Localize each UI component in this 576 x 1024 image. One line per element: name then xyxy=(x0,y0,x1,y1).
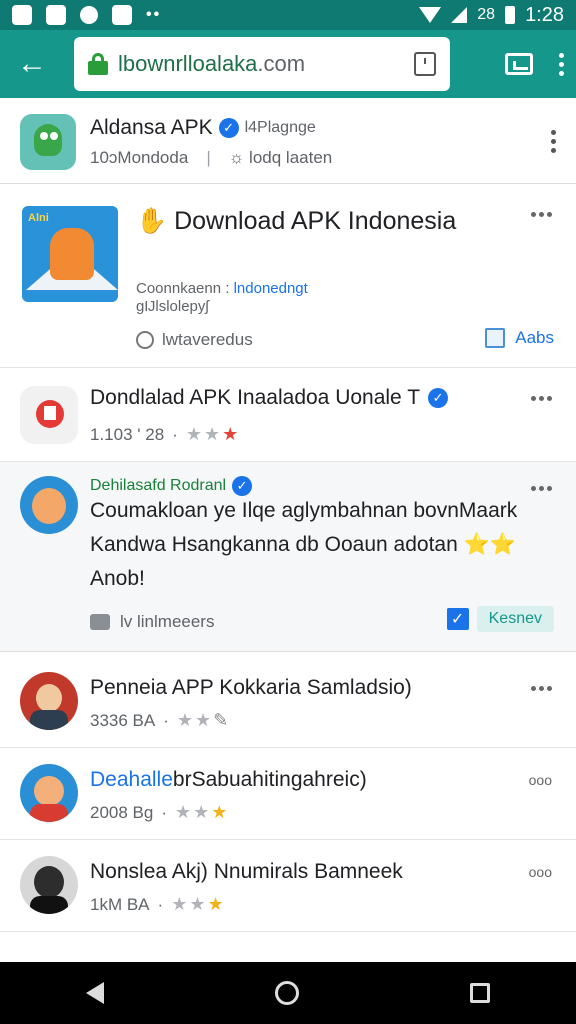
like-icon[interactable] xyxy=(90,614,110,630)
app-meta: 2008 Bg · ★★★ xyxy=(90,802,230,822)
featured-thumbnail[interactable]: Alni xyxy=(22,206,118,302)
list-item[interactable]: Dondlalad APK Inaaladoa Uonale T ✓ 1.103… xyxy=(0,370,576,462)
signal-icon xyxy=(451,7,468,23)
list-item[interactable]: Penneia APP Kokkaria Samladsio) 3336 BA ·… xyxy=(0,656,576,748)
app-menu-icon[interactable] xyxy=(531,396,552,401)
app-list: Penneia APP Kokkaria Samladsio) 3336 BA ·… xyxy=(0,656,576,932)
clock: 1:28 xyxy=(525,3,564,26)
download-notification-icon xyxy=(112,5,132,25)
lock-icon xyxy=(88,53,108,75)
shield-notification-icon xyxy=(80,6,98,24)
rating-stars: ★★★ xyxy=(175,802,230,822)
wifi-icon xyxy=(419,7,442,23)
overflow-menu-icon[interactable] xyxy=(559,51,564,78)
header-link[interactable]: ☼ lodq laaten xyxy=(229,148,333,168)
post-action[interactable]: ✓ Kesnev xyxy=(446,606,554,632)
back-arrow-icon[interactable]: ← xyxy=(12,44,52,84)
app-menu-icon[interactable]: ooo xyxy=(529,772,552,788)
url-text[interactable]: lbownrlloalaka.com xyxy=(118,51,414,77)
browser-toolbar: ← lbownrlloalaka.com xyxy=(0,30,576,98)
site-logo[interactable] xyxy=(20,113,76,170)
app-meta: 1kM BA · ★★★ xyxy=(90,894,226,914)
site-title[interactable]: Aldansa APK xyxy=(90,116,213,140)
app-name[interactable]: Deahalle brSabuahitingahreic) xyxy=(90,768,367,792)
follower-count: 10ɔMondoda xyxy=(90,147,189,167)
avatar[interactable] xyxy=(20,672,78,730)
post-body: Coumakloan ye Ilqe aglymbahnan bovnMaark… xyxy=(90,499,518,590)
post-menu-icon[interactable] xyxy=(531,486,552,491)
verified-icon: ✓ xyxy=(218,117,239,138)
cast-icon[interactable] xyxy=(505,53,533,75)
post-author[interactable]: Dehilasafd Rodranl ✓ xyxy=(90,476,253,496)
app-meta: 1.103 ' 28 · ★★★ xyxy=(90,424,241,444)
app-menu-icon[interactable] xyxy=(531,686,552,691)
nav-recent-icon[interactable] xyxy=(470,983,491,1003)
nav-back-icon[interactable] xyxy=(85,982,104,1004)
shield-icon xyxy=(136,331,154,349)
header-menu-icon[interactable] xyxy=(551,128,556,155)
gallery-notification-icon xyxy=(46,5,66,25)
verified-icon: ✓ xyxy=(232,476,253,496)
list-item[interactable]: Nonslea Akj) Nnumirals Bamneek 1kM BA · ★… xyxy=(0,840,576,932)
separator: | xyxy=(206,147,211,167)
featured-meta: lwtaveredus xyxy=(136,330,253,350)
app-name[interactable]: Nonslea Akj) Nnumirals Bamneek xyxy=(90,860,403,884)
avatar[interactable] xyxy=(20,476,78,534)
checkbox-icon xyxy=(485,328,506,348)
app-name[interactable]: Penneia APP Kokkaria Samladsio) xyxy=(90,676,412,700)
system-nav-bar xyxy=(0,962,576,1024)
more-notifications-icon: •• xyxy=(146,6,162,23)
app-name[interactable]: Dondlalad APK Inaaladoa Uonale T ✓ xyxy=(90,386,449,410)
review-button[interactable]: Kesnev xyxy=(476,606,554,632)
rating-stars: ★★★ xyxy=(171,894,226,914)
battery-percent: 28 xyxy=(477,6,496,23)
app-meta: 3336 BA · ★★✎ xyxy=(90,710,231,730)
site-header: Aldansa APK ✓ l4Plagnge 10ɔMondoda | ☼ l… xyxy=(0,100,576,184)
featured-card[interactable]: Alni ✋ Download APK Indonesia Coonnkaenn… xyxy=(0,186,576,368)
site-tag: l4Plagnge xyxy=(244,118,316,136)
app-notification-icon xyxy=(12,5,32,25)
status-bar: •• 28 1:28 xyxy=(0,0,576,30)
avatar[interactable] xyxy=(20,856,78,914)
battery-icon xyxy=(505,6,516,24)
rating-stars: ★★★ xyxy=(185,424,241,444)
checkbox-icon[interactable]: ✓ xyxy=(446,608,469,630)
post-card[interactable]: Dehilasafd Rodranl ✓ Coumakloan ye Ilqe … xyxy=(0,462,576,652)
verified-icon: ✓ xyxy=(428,388,449,408)
tabs-icon[interactable] xyxy=(414,52,436,76)
app-icon[interactable] xyxy=(20,386,78,444)
rating-stars: ★★✎ xyxy=(176,710,231,730)
featured-action-button[interactable]: Aabs xyxy=(485,328,554,348)
app-menu-icon[interactable]: ooo xyxy=(529,864,552,880)
list-item[interactable]: Deahalle brSabuahitingahreic) 2008 Bg · ★★… xyxy=(0,748,576,840)
featured-subtitle: Coonnkaenn : lndonedngt gĲlslolepyʃ xyxy=(136,280,308,315)
post-footer: lv linlmeeers xyxy=(90,612,214,632)
featured-menu-icon[interactable] xyxy=(531,212,552,217)
featured-title[interactable]: ✋ Download APK Indonesia xyxy=(136,204,496,238)
nav-home-icon[interactable] xyxy=(274,981,299,1005)
avatar[interactable] xyxy=(20,764,78,822)
address-bar[interactable]: lbownrlloalaka.com xyxy=(74,37,450,91)
